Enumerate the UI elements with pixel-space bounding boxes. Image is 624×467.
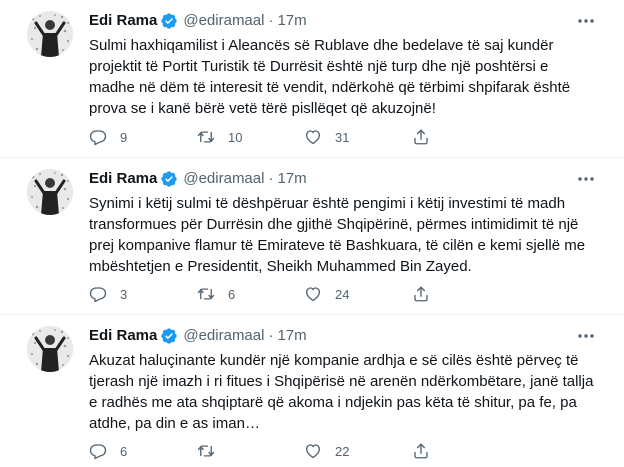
tweet-text: Akuzat haluçinante kundër një kompanie a… [89,352,594,432]
tweet-text: Sulmi haxhiqamilist i Aleancës së Rublav… [89,37,571,117]
avatar[interactable] [27,11,73,57]
timestamp[interactable]: 17m [277,11,306,31]
verified-badge-icon [161,328,178,344]
reply-button[interactable]: 3 [89,285,127,303]
author-name[interactable]: Edi Rama [89,169,157,189]
reply-count: 6 [120,443,128,459]
tweet-header: Edi Rama @ediramaal · 17m [89,326,307,346]
like-icon [305,287,321,302]
retweet-icon [197,445,215,457]
more-icon[interactable] [574,11,598,31]
author-handle[interactable]: @ediramaal [183,169,264,189]
reply-icon [89,287,107,303]
share-button[interactable] [412,128,430,146]
like-icon [305,444,321,459]
like-button[interactable]: 24 [304,285,349,303]
reply-icon [89,130,107,146]
like-button[interactable]: 31 [304,128,349,146]
like-count: 22 [335,443,350,459]
retweet-button[interactable] [197,442,228,460]
separator-dot: · [268,12,274,29]
verified-badge-icon [161,171,178,187]
avatar[interactable] [27,169,73,215]
like-count: 31 [335,129,350,145]
author-name[interactable]: Edi Rama [89,326,157,346]
verified-badge-icon [161,13,178,29]
retweet-count: 6 [228,286,236,302]
reply-icon [89,444,107,460]
author-handle[interactable]: @ediramaal [183,326,264,346]
separator-dot: · [268,327,274,344]
tweet-text: Synimi i këtij sulmi të dëshpëruar është… [89,195,586,275]
author-name[interactable]: Edi Rama [89,11,157,31]
more-icon[interactable] [574,169,598,189]
avatar-photo [27,169,73,215]
retweet-count: 10 [228,129,243,145]
avatar[interactable] [27,326,73,372]
retweet-icon [197,131,215,143]
tweet[interactable]: Edi Rama @ediramaal · 17m Sulmi haxhiqam… [0,0,624,157]
share-icon [414,443,428,459]
like-button[interactable]: 22 [304,442,349,460]
tweet[interactable]: Edi Rama @ediramaal · 17m Akuzat haluçin… [0,315,624,467]
retweet-button[interactable]: 6 [197,285,235,303]
timestamp[interactable]: 17m [277,326,306,346]
like-icon [305,130,321,145]
like-count: 24 [335,286,350,302]
separator-dot: · [268,170,274,187]
share-button[interactable] [412,285,430,303]
more-icon[interactable] [574,326,598,346]
tweet-header: Edi Rama @ediramaal · 17m [89,11,307,31]
reply-button[interactable]: 9 [89,128,127,146]
timestamp[interactable]: 17m [277,169,306,189]
reply-button[interactable]: 6 [89,442,127,460]
avatar-photo [27,11,73,57]
tweet-actions: 9 10 31 [89,128,609,148]
tweet-actions: 6 22 [89,442,609,462]
tweet-actions: 3 6 24 [89,285,609,305]
retweet-button[interactable]: 10 [197,128,242,146]
share-icon [414,286,428,302]
tweet[interactable]: Edi Rama @ediramaal · 17m Synimi i këtij… [0,158,624,314]
avatar-photo [27,326,73,372]
tweet-header: Edi Rama @ediramaal · 17m [89,169,307,189]
share-button[interactable] [412,442,430,460]
share-icon [414,129,428,145]
retweet-icon [197,288,215,300]
author-handle[interactable]: @ediramaal [183,11,264,31]
reply-count: 9 [120,129,128,145]
reply-count: 3 [120,286,128,302]
